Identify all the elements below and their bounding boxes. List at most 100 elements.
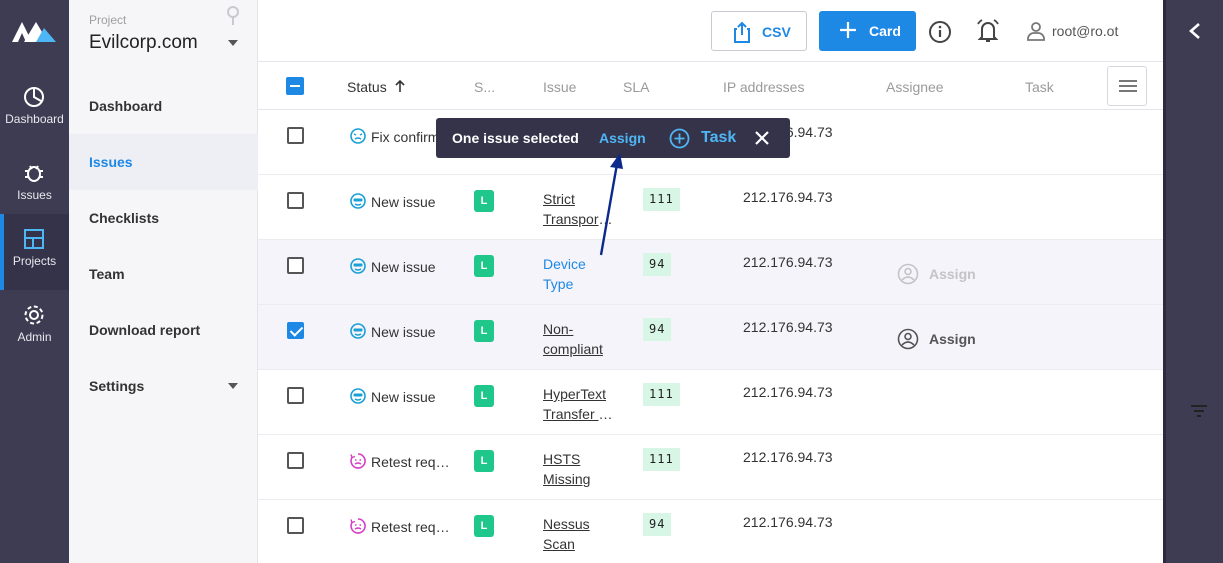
export-csv-label: CSV (762, 24, 791, 40)
sla-badge: 111 (643, 448, 680, 471)
rail-item-admin[interactable]: Admin (0, 290, 69, 366)
plus-circle-icon (669, 128, 690, 149)
project-selector[interactable]: Evilcorp.com (89, 32, 198, 54)
issue-link[interactable]: Nessus Scan (543, 514, 615, 554)
column-header-ip-addresses[interactable]: IP addresses (723, 79, 804, 95)
sidebar-item-download-report[interactable]: Download report (69, 302, 258, 358)
bulk-task-label: Task (701, 129, 737, 146)
export-csv-button[interactable]: CSV (711, 11, 807, 51)
project-label: Project (89, 13, 127, 27)
severity-badge: L (474, 515, 494, 537)
row-checkbox[interactable] (287, 127, 304, 144)
add-card-button[interactable]: Card (819, 11, 916, 51)
retest-required-icon (350, 518, 366, 534)
new-issue-icon (350, 193, 366, 209)
right-panel (1163, 0, 1223, 563)
app-logo-icon[interactable] (10, 18, 58, 44)
menu-lines-icon (1119, 80, 1137, 82)
column-header-issue[interactable]: Issue (543, 79, 576, 95)
severity-badge: L (474, 385, 494, 407)
table-row[interactable]: New issue L HyperTextTransfer Protocol 1… (258, 370, 1163, 435)
status-text: New issue (371, 324, 436, 340)
column-header-sla[interactable]: SLA (623, 79, 649, 95)
sort-ascending-icon[interactable] (395, 79, 405, 93)
row-checkbox[interactable] (287, 452, 304, 469)
ip-address: 212.176.94.73 (743, 319, 833, 335)
top-toolbar: CSV Card root@ro.ot (258, 0, 1163, 62)
issue-link[interactable]: HSTS Missing (543, 449, 615, 489)
issue-link[interactable]: Device Type (543, 254, 615, 294)
table-row[interactable]: New issue L StrictTransport Security 111… (258, 175, 1163, 240)
chevron-down-icon[interactable] (228, 40, 238, 46)
severity-badge: L (474, 255, 494, 277)
ip-address: 212.176.94.73 (743, 449, 833, 465)
user-circle-icon (897, 263, 919, 285)
sidebar-item-issues[interactable]: Issues (69, 134, 258, 190)
user-menu[interactable]: root@ro.ot (1052, 23, 1118, 39)
bug-icon (25, 165, 43, 182)
rail-item-projects[interactable]: Projects (0, 214, 69, 290)
info-icon[interactable] (928, 20, 952, 44)
table-row[interactable]: Retest required L NessusScan 94 212.176.… (258, 500, 1163, 563)
table-row[interactable]: Retest required L HSTSMissing 111 212.17… (258, 435, 1163, 500)
selection-count-text: One issue selected (452, 130, 579, 146)
retest-required-icon (350, 453, 366, 469)
row-checkbox[interactable] (287, 387, 304, 404)
sidebar-item-team[interactable]: Team (69, 246, 258, 302)
pin-icon[interactable] (226, 6, 240, 26)
severity-badge: L (474, 320, 494, 342)
rail-item-dashboard[interactable]: Dashboard (0, 72, 69, 148)
table-header: Status S... Issue SLA IP addresses Assig… (258, 62, 1163, 110)
issue-link[interactable]: HyperTextTransfer Protocol (543, 384, 615, 424)
rail-item-issues[interactable]: Issues (0, 148, 69, 224)
status-text: New issue (371, 194, 436, 210)
fix-confirmed-icon (350, 128, 366, 144)
sla-badge: 94 (643, 318, 672, 341)
ip-address: 212.176.94.73 (743, 384, 833, 400)
filter-icon[interactable] (1190, 404, 1208, 418)
status-text: New issue (371, 389, 436, 405)
add-card-label: Card (869, 23, 901, 39)
select-all-checkbox[interactable] (286, 77, 304, 95)
new-issue-icon (350, 258, 366, 274)
bulk-assign-button[interactable]: Assign (599, 130, 646, 146)
column-header-assignee[interactable]: Assignee (886, 79, 944, 95)
sidebar-item-label: Dashboard (89, 98, 163, 114)
sidebar-item-checklists[interactable]: Checklists (69, 190, 258, 246)
column-header-task[interactable]: Task (1025, 79, 1054, 95)
column-header-severity[interactable]: S... (474, 79, 495, 95)
gear-icon (24, 305, 44, 325)
rail-item-label: Admin (17, 330, 52, 344)
rail-item-label: Dashboard (5, 112, 64, 126)
close-icon[interactable] (754, 130, 770, 146)
column-header-status[interactable]: Status (347, 79, 387, 95)
column-settings-button[interactable] (1107, 66, 1147, 106)
app-window: Dashboard Issues Projects Admin Project … (0, 0, 1223, 563)
bell-icon[interactable] (974, 18, 1002, 44)
row-checkbox[interactable] (287, 257, 304, 274)
sidebar-item-settings[interactable]: Settings (69, 358, 258, 414)
nav-rail: Dashboard Issues Projects Admin (0, 0, 69, 563)
table-row[interactable]: New issue L Non-compliant 94 212.176.94.… (258, 305, 1163, 370)
sla-badge: 111 (643, 383, 680, 406)
table-row[interactable]: New issue L Device Type 94 212.176.94.73 … (258, 240, 1163, 305)
ip-address: 212.176.94.73 (743, 189, 833, 205)
user-icon (1027, 22, 1045, 41)
row-checkbox[interactable] (287, 517, 304, 534)
assign-label: Assign (929, 331, 976, 347)
issue-link[interactable]: Non-compliant (543, 319, 615, 359)
row-checkbox[interactable] (287, 322, 304, 339)
status-text: New issue (371, 259, 436, 275)
sidebar-item-label: Settings (89, 378, 145, 394)
annotation-arrow-icon (599, 153, 623, 256)
user-circle-icon (897, 328, 919, 350)
bulk-task-button[interactable]: Task (669, 128, 739, 150)
sla-badge: 94 (643, 253, 672, 276)
ip-address: 212.176.94.73 (743, 254, 833, 270)
row-checkbox[interactable] (287, 192, 304, 209)
new-issue-icon (350, 323, 366, 339)
assign-label: Assign (929, 266, 976, 282)
status-text: Retest required (371, 519, 455, 535)
sidebar-item-dashboard[interactable]: Dashboard (69, 78, 258, 134)
chevron-left-icon[interactable] (1187, 22, 1203, 40)
